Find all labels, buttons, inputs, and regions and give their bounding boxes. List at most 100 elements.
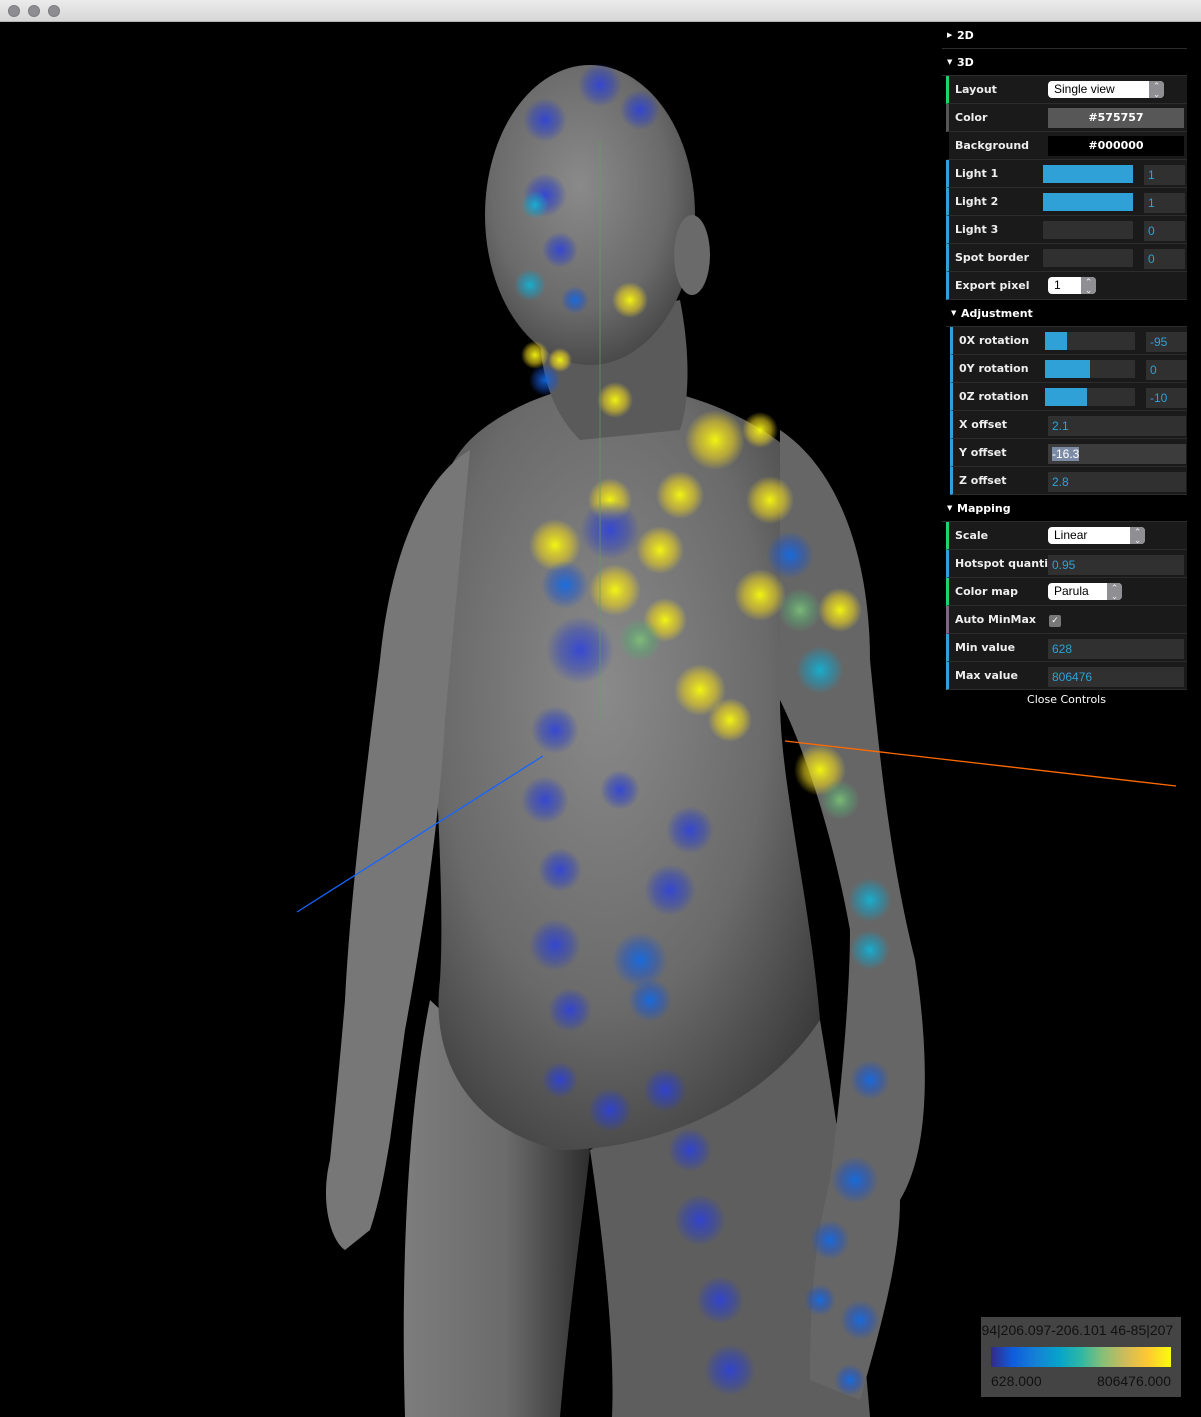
y-offset-row: Y offset -16.3 — [950, 439, 1187, 467]
y-offset-selected-text: -16.3 — [1052, 447, 1080, 461]
x-offset-input[interactable]: 2.1 — [1048, 416, 1186, 436]
slider-fill — [1045, 332, 1067, 350]
auto-minmax-label: Auto MinMax — [955, 613, 1037, 626]
light1-label: Light 1 — [955, 167, 999, 180]
colormap-select[interactable]: Parula ⌃ ⌄ — [1048, 583, 1122, 601]
z-offset-input[interactable]: 2.8 — [1048, 472, 1186, 492]
ox-rotation-input[interactable]: -95 — [1146, 332, 1187, 352]
folder-3d[interactable]: ▼ 3D — [942, 49, 1187, 76]
auto-minmax-checkbox[interactable]: ✓ — [1049, 615, 1061, 627]
legend-min-label: 628.000 — [991, 1373, 1042, 1389]
zoom-window-button[interactable] — [48, 5, 60, 17]
max-value-label: Max value — [955, 669, 1018, 682]
triangle-right-icon: ▶ — [947, 31, 953, 39]
slider-fill — [1045, 388, 1088, 406]
spot-border-slider[interactable] — [1043, 249, 1133, 267]
color-row: Color #575757 — [946, 104, 1187, 132]
min-value-input[interactable]: 628 — [1048, 639, 1184, 659]
export-pixel-select[interactable]: 1 ⌃ ⌄ — [1048, 277, 1096, 295]
colormap-label: Color map — [955, 585, 1018, 598]
light3-row: Light 3 0 — [946, 216, 1187, 244]
light2-input[interactable]: 1 — [1144, 193, 1185, 213]
oy-rotation-input[interactable]: 0 — [1146, 360, 1187, 380]
slider-fill — [1043, 165, 1133, 183]
export-pixel-label: Export pixel — [955, 279, 1030, 292]
color-label: Color — [955, 111, 988, 124]
max-value-row: Max value 806476 — [946, 662, 1187, 690]
light1-row: Light 1 1 — [946, 160, 1187, 188]
ox-rotation-row: 0X rotation -95 — [950, 327, 1187, 355]
light3-label: Light 3 — [955, 223, 999, 236]
folder-adjustment-label: Adjustment — [961, 307, 1033, 320]
window-titlebar — [0, 0, 1201, 22]
oy-rotation-slider[interactable] — [1045, 360, 1135, 378]
spot-border-label: Spot border — [955, 251, 1030, 264]
colormap-select-value: Parula — [1054, 584, 1089, 598]
folder-adjustment[interactable]: ▼ Adjustment — [946, 300, 1187, 327]
light3-input[interactable]: 0 — [1144, 221, 1185, 241]
select-arrows-icon: ⌃ ⌄ — [1130, 527, 1145, 545]
scale-label: Scale — [955, 529, 989, 542]
layout-select-value: Single view — [1054, 82, 1115, 96]
folder-mapping-label: Mapping — [957, 502, 1011, 515]
background-swatch[interactable]: #000000 — [1048, 136, 1184, 156]
close-controls-button[interactable]: Close Controls — [946, 690, 1187, 710]
colorbar-gradient — [991, 1347, 1171, 1367]
oz-rotation-slider[interactable] — [1045, 388, 1135, 406]
z-offset-label: Z offset — [959, 474, 1007, 487]
ox-rotation-slider[interactable] — [1045, 332, 1135, 350]
body-head — [485, 65, 695, 365]
max-value-input[interactable]: 806476 — [1048, 667, 1184, 687]
layout-label: Layout — [955, 83, 997, 96]
layout-select[interactable]: Single view ⌃ ⌄ — [1048, 81, 1164, 99]
folder-2d-label: 2D — [957, 29, 974, 42]
light1-input[interactable]: 1 — [1144, 165, 1185, 185]
select-arrows-icon: ⌃ ⌄ — [1107, 583, 1122, 601]
spot-border-row: Spot border 0 — [946, 244, 1187, 272]
scale-select-value: Linear — [1054, 528, 1088, 542]
slider-fill — [1043, 193, 1133, 211]
triangle-down-icon: ▼ — [951, 309, 957, 317]
oz-rotation-input[interactable]: -10 — [1146, 388, 1187, 408]
triangle-down-icon: ▼ — [947, 58, 953, 66]
body-ear — [674, 215, 710, 295]
triangle-down-icon: ▼ — [947, 504, 953, 512]
oy-rotation-row: 0Y rotation 0 — [950, 355, 1187, 383]
folder-2d[interactable]: ▶ 2D — [942, 22, 1187, 49]
spot-border-input[interactable]: 0 — [1144, 249, 1185, 269]
human-body-mesh[interactable] — [325, 63, 925, 1417]
light2-slider[interactable] — [1043, 193, 1133, 211]
select-arrows-icon: ⌃ ⌄ — [1149, 81, 1164, 99]
light3-slider[interactable] — [1043, 221, 1133, 239]
light2-label: Light 2 — [955, 195, 999, 208]
auto-minmax-row: Auto MinMax ✓ — [946, 606, 1187, 634]
y-offset-input[interactable]: -16.3 — [1048, 444, 1186, 464]
z-offset-row: Z offset 2.8 — [950, 467, 1187, 495]
scale-select[interactable]: Linear ⌃ ⌄ — [1048, 527, 1145, 545]
export-pixel-row: Export pixel 1 ⌃ ⌄ — [946, 272, 1187, 300]
legend-title: 5-94|206.097-206.101 46-85|207 — [981, 1322, 1174, 1338]
close-window-button[interactable] — [8, 5, 20, 17]
y-offset-label: Y offset — [959, 446, 1007, 459]
slider-fill — [1045, 360, 1090, 378]
hotspot-quantile-label: Hotspot quantile — [955, 557, 1060, 570]
scale-row: Scale Linear ⌃ ⌄ — [946, 522, 1187, 550]
hotspot-quantile-input[interactable]: 0.95 — [1048, 555, 1184, 575]
colormap-row: Color map Parula ⌃ ⌄ — [946, 578, 1187, 606]
controls-panel: ▶ 2D ▼ 3D Layout Single view ⌃ ⌄ Color #5… — [942, 22, 1187, 710]
hotspot-quantile-row: Hotspot quantile 0.95 — [946, 550, 1187, 578]
oz-rotation-label: 0Z rotation — [959, 390, 1029, 403]
colorbar-legend: 5-94|206.097-206.101 46-85|207 628.000 8… — [981, 1317, 1181, 1397]
export-pixel-value: 1 — [1054, 278, 1061, 292]
light1-slider[interactable] — [1043, 165, 1133, 183]
background-row: Background #000000 — [946, 132, 1187, 160]
background-label: Background — [955, 139, 1030, 152]
light2-row: Light 2 1 — [946, 188, 1187, 216]
oy-rotation-label: 0Y rotation — [959, 362, 1029, 375]
x-offset-row: X offset 2.1 — [950, 411, 1187, 439]
minimize-window-button[interactable] — [28, 5, 40, 17]
min-value-label: Min value — [955, 641, 1016, 654]
folder-mapping[interactable]: ▼ Mapping — [942, 495, 1187, 522]
ox-rotation-label: 0X rotation — [959, 334, 1030, 347]
color-swatch[interactable]: #575757 — [1048, 108, 1184, 128]
